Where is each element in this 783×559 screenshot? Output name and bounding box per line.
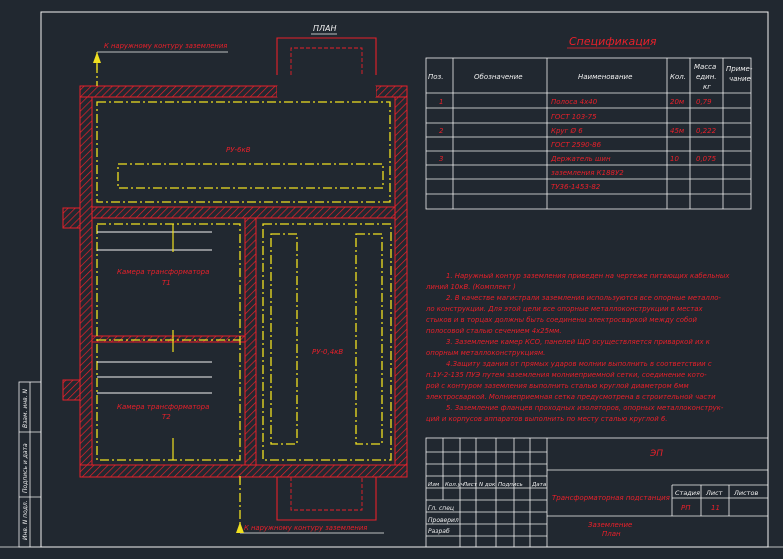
spec-header-note-1: Приме- (726, 65, 753, 73)
side-stamp-inv: Инв. N подл. (22, 500, 29, 540)
spec-rows: 1 Полоса 4х40 20м 0,79 ГОСТ 103-75 2 Кру… (439, 98, 717, 191)
arrow-top (93, 51, 228, 70)
spec-row-name: Держатель шин (550, 155, 611, 163)
spec-row-name: заземления К188У2 (551, 169, 624, 177)
spec-row-name: ГОСТ 103-75 (551, 113, 597, 121)
spec-row-name: ГОСТ 2590-86 (551, 141, 602, 149)
building-walls (62, 85, 408, 478)
top-vestibule-inner (290, 47, 363, 75)
note-line: 2. В качестве магистрали заземления испо… (446, 294, 721, 302)
spec-header-mass-3: кг (703, 83, 711, 91)
spec-row-mass: 0,79 (696, 98, 712, 106)
tb-role-gip: Гл. спец (428, 505, 454, 512)
note-line: ций и корпусов аппаратов выполнить по ме… (426, 415, 668, 423)
tb-stage-label: Стадия (675, 489, 700, 497)
spec-row-pos: 2 (439, 127, 444, 135)
spec-row-mass: 0,075 (696, 155, 717, 163)
note-line: электросваркой. Молниеприемная сетка пре… (426, 393, 716, 401)
top-vestibule (276, 37, 377, 75)
note-line: опорным металлоконструкциям. (426, 349, 545, 357)
tb-sheet-value: 11 (711, 504, 720, 512)
side-stamp-podp: Подпись и дата (22, 443, 29, 493)
note-line: полосовой сталью сечением 4х25мм. (426, 327, 562, 335)
note-line: 5. Заземление фланцев проходных изолятор… (446, 404, 724, 412)
spec-header-mass-1: Масса (694, 63, 716, 71)
note-line: 1. Наружный контур заземления приведен н… (446, 272, 730, 280)
room-label-t1-num: Т1 (162, 279, 171, 287)
spec-row-name: Полоса 4х40 (551, 98, 598, 106)
spec-title: Спецификация (569, 35, 657, 48)
room-label-t2-num: Т2 (162, 413, 171, 421)
spec-row-qty: 20м (670, 98, 685, 106)
tb-role-prov: Проверил (428, 517, 459, 524)
tb-col-ndok: N док (479, 482, 496, 488)
titleblock-column-headers: Изм Кол.уч Лист N док Подпись Дата (428, 482, 547, 488)
spec-row-qty: 45м (670, 127, 685, 135)
spec-row-pos: 3 (439, 155, 443, 163)
titleblock-sheet-title-1: Заземление (588, 521, 632, 529)
tb-sheet-label: Лист (705, 489, 723, 497)
tb-col-izm: Изм (428, 482, 439, 488)
cad-drawing-canvas[interactable]: Инв. N подл. Подпись и дата Взам. инв. N… (0, 0, 783, 559)
note-line: п.1У-2-135 ПУЭ путем заземления молниепр… (426, 371, 707, 379)
spec-header-pos: Поз. (428, 73, 444, 81)
spec-row-name: Круг Ø 6 (551, 127, 583, 135)
tb-sheets-label: Листов (733, 489, 758, 497)
side-stamp-vzam: Взам. инв. N (22, 389, 29, 428)
titleblock-project: Трансформаторная подстанция (552, 494, 670, 502)
tb-col-podp: Подпись (498, 482, 523, 488)
plan-title: ПЛАН (313, 24, 337, 33)
tb-col-list: Лист (462, 482, 478, 488)
note-line: ло конструкции. Для этой цели все опорны… (425, 305, 703, 313)
spec-header-designation: Обозначение (474, 73, 523, 81)
spec-header-note-2: чание (729, 75, 751, 83)
bottom-vestibule (276, 477, 377, 521)
note-line: стыков и в торцах должны быть соединены … (426, 316, 697, 324)
tb-col-data: Дата (531, 482, 547, 488)
door-openings (277, 86, 376, 97)
note-line: линий 10кВ. (Комплект ) (425, 283, 516, 291)
note-line: рой с контуром заземления выполнить стал… (425, 382, 689, 390)
tb-role-razr: Разраб (428, 528, 450, 535)
spec-row-name: ТУ36-1453-82 (551, 183, 601, 191)
spec-row-qty: 10 (670, 155, 679, 163)
arrow-top-label: К наружному контуру заземления (104, 42, 227, 50)
spec-header-name: Наименование (578, 73, 632, 81)
note-line: 4.Защиту здания от прямых ударов молнии … (446, 360, 712, 368)
spec-row-mass: 0,222 (696, 127, 717, 135)
titleblock-roles: Гл. спец Проверил Разраб (428, 505, 459, 535)
room-label-ru6: РУ-6кВ (226, 146, 251, 154)
grounding-bus (96, 64, 392, 524)
room-label-ru04: РУ-0,4кВ (312, 348, 343, 356)
busbar-lines (97, 231, 212, 394)
note-line: 3. Заземление камер КСО, панелей ЩО осущ… (446, 338, 711, 346)
bottom-vestibule-inner (290, 477, 363, 511)
spec-row-pos: 1 (439, 98, 443, 106)
titleblock-sheet-title-2: План (602, 530, 621, 538)
titleblock-code: ЭП (649, 449, 663, 459)
arrow-bottom-label: К наружному контуру заземления (244, 524, 367, 532)
general-notes: 1. Наружный контур заземления приведен н… (425, 272, 730, 423)
spec-header-qty: Кол. (670, 73, 686, 81)
room-label-t2: Камера трансформатора (117, 403, 209, 411)
tb-col-kol: Кол.уч (445, 482, 465, 488)
room-label-t1: Камера трансформатора (117, 268, 209, 276)
tb-stage-value: РП (681, 504, 691, 512)
spec-header-mass-2: един. (696, 73, 717, 81)
